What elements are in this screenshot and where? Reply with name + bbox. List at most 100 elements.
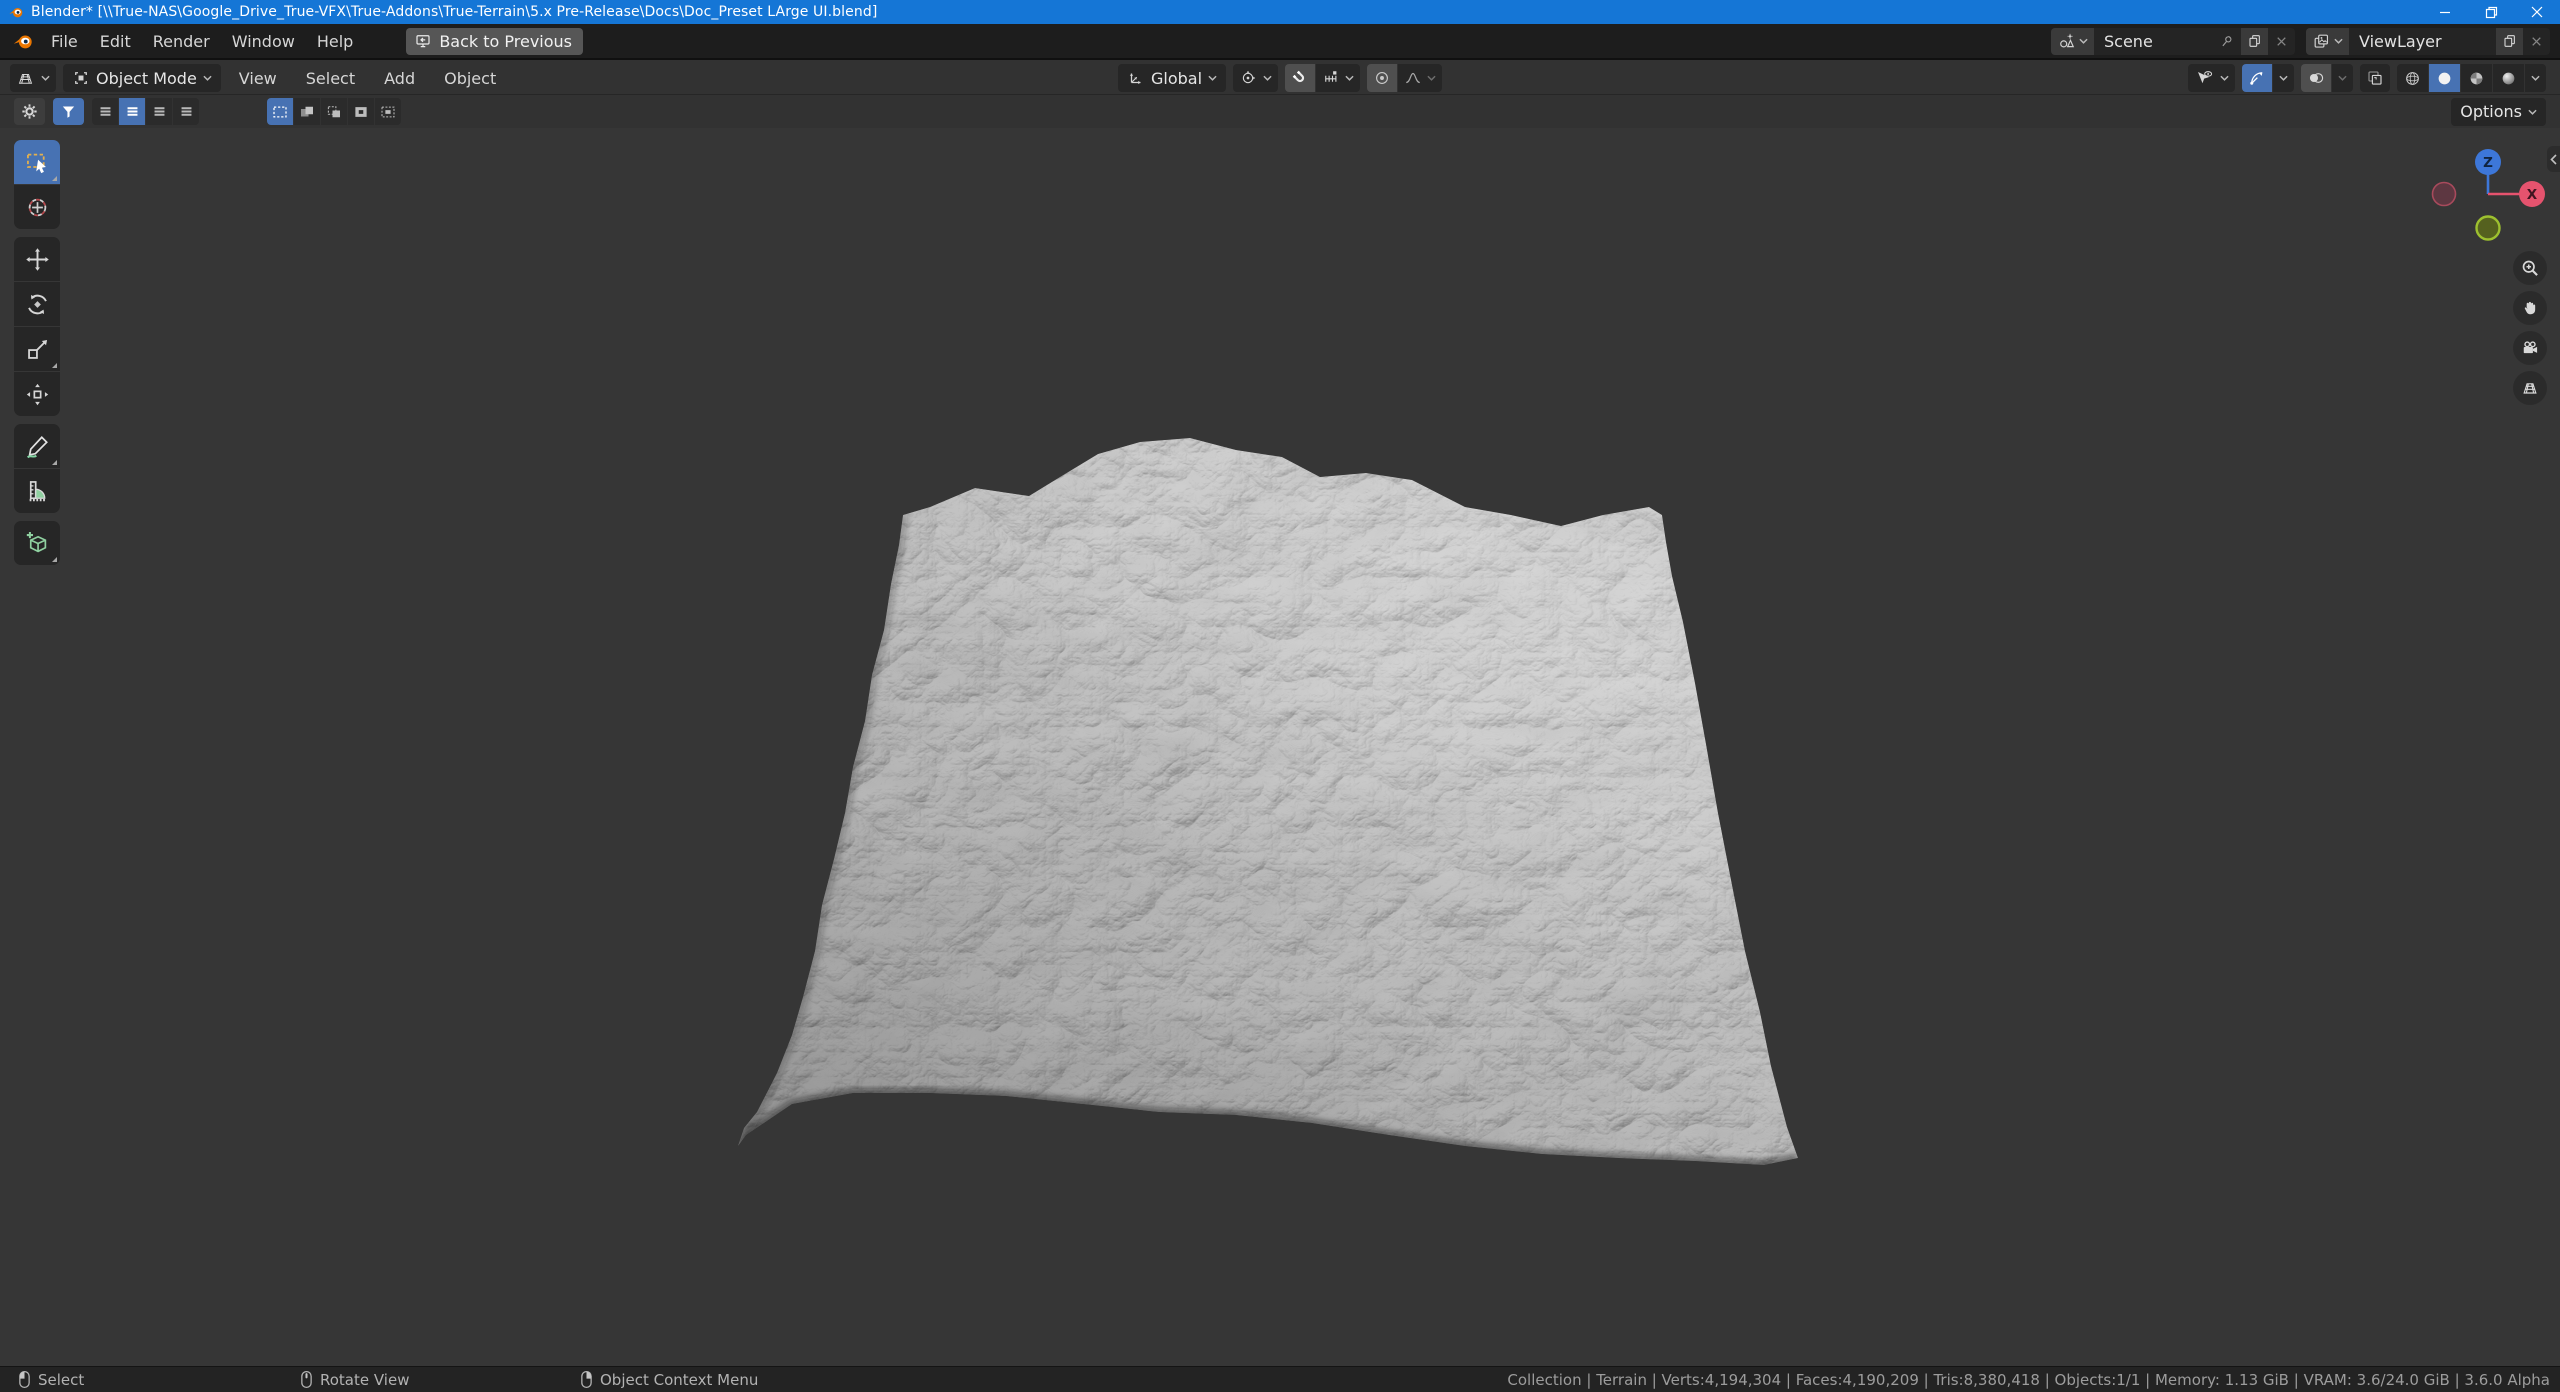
tool-measure[interactable] — [14, 469, 60, 513]
close-button[interactable] — [2514, 0, 2560, 24]
proportional-falloff-selector[interactable] — [1398, 64, 1443, 92]
magnet-icon — [1292, 70, 1305, 83]
camera-icon — [2523, 341, 2538, 354]
tool-move[interactable] — [14, 237, 60, 281]
hint-select: Select — [18, 1370, 84, 1389]
navigation-gizmo[interactable]: Z X — [2422, 130, 2554, 246]
proportional-editing-toggle[interactable] — [1367, 64, 1398, 92]
menu-select[interactable]: Select — [295, 64, 366, 92]
object-type-visibility-button[interactable] — [2188, 64, 2235, 92]
shading-rendered-button[interactable] — [2493, 64, 2524, 92]
unlink-scene-button[interactable] — [2268, 28, 2295, 55]
funnel-icon — [62, 106, 75, 118]
gizmo-axis-y[interactable] — [2475, 215, 2501, 241]
tool-select-box[interactable] — [14, 140, 60, 184]
select-mode-extend-button[interactable] — [294, 98, 320, 125]
select-extend-icon — [301, 106, 313, 116]
filter-button[interactable] — [53, 98, 84, 125]
bars-option-3-button[interactable] — [146, 98, 172, 125]
scale-icon — [27, 339, 47, 359]
snap-target-selector[interactable] — [1316, 64, 1361, 92]
select-subtract-icon — [327, 105, 340, 117]
blender-menu-logo-icon[interactable] — [12, 30, 34, 52]
box-select-icon — [26, 153, 46, 173]
object-mode-icon — [75, 72, 87, 84]
view-layer-name[interactable]: ViewLayer — [2349, 28, 2496, 55]
bars-option-2-button[interactable] — [119, 98, 145, 125]
gizmo-axis-neg-x[interactable] — [2431, 181, 2457, 207]
zoom-view-button[interactable] — [2513, 251, 2547, 285]
rotate-icon — [27, 294, 47, 314]
menu-help[interactable]: Help — [306, 27, 364, 55]
bars-option-4-button[interactable] — [173, 98, 199, 125]
snap-toggle[interactable] — [1285, 64, 1316, 92]
annotate-pen-icon — [26, 435, 48, 458]
terrain-mesh[interactable] — [0, 128, 2560, 1366]
menu-object[interactable]: Object — [433, 64, 507, 92]
chevron-down-icon — [2334, 38, 2343, 44]
tool-shelf — [14, 140, 60, 565]
pan-view-button[interactable] — [2513, 291, 2547, 325]
select-mode-set-button[interactable] — [267, 98, 293, 125]
tool-options-button[interactable]: Options — [2451, 97, 2546, 126]
editor-type-button[interactable] — [10, 64, 56, 92]
select-mode-subtract-button[interactable] — [321, 98, 347, 125]
gizmo-x-label: X — [2527, 187, 2538, 203]
bars-option-1-button[interactable] — [92, 98, 118, 125]
new-view-layer-button[interactable] — [2496, 27, 2523, 55]
select-mode-intersect-button[interactable] — [375, 98, 401, 125]
bars-icon — [100, 107, 110, 116]
show-gizmo-toggle[interactable] — [2242, 64, 2272, 92]
transform-orientation-selector[interactable]: Global — [1118, 64, 1227, 92]
tool-transform[interactable] — [14, 372, 60, 416]
tool-settings-gear-button[interactable] — [14, 98, 45, 125]
shading-options-button[interactable] — [2525, 64, 2546, 92]
menu-window[interactable]: Window — [221, 27, 306, 55]
shading-solid-button[interactable] — [2429, 64, 2460, 92]
back-to-previous-button[interactable]: Back to Previous — [406, 27, 584, 55]
gizmo-options-button[interactable] — [2273, 64, 2294, 92]
view-layer-icon — [2314, 34, 2329, 48]
tool-annotate[interactable] — [14, 424, 60, 468]
chevron-down-icon — [203, 75, 212, 81]
menu-render[interactable]: Render — [142, 27, 221, 55]
chevron-left-icon — [2550, 153, 2557, 165]
scene-browse-button[interactable] — [2051, 27, 2094, 55]
remove-view-layer-button[interactable] — [2523, 28, 2550, 55]
minimize-button[interactable] — [2422, 0, 2468, 24]
tool-settings-bar: Options — [0, 94, 2560, 128]
tool-rotate[interactable] — [14, 282, 60, 326]
display-mode-group — [92, 98, 199, 125]
gizmo-z-label: Z — [2483, 155, 2493, 171]
camera-view-button[interactable] — [2513, 331, 2547, 365]
menu-file[interactable]: File — [40, 27, 89, 55]
menu-add[interactable]: Add — [373, 64, 426, 92]
tool-add-cube[interactable] — [14, 521, 60, 565]
overlays-options-button[interactable] — [2332, 64, 2353, 92]
mode-selector[interactable]: Object Mode — [63, 64, 221, 92]
show-overlays-toggle[interactable] — [2301, 64, 2331, 92]
chevron-down-icon — [2220, 75, 2229, 81]
tool-scale[interactable] — [14, 327, 60, 371]
select-mode-invert-button[interactable] — [348, 98, 374, 125]
scene-name[interactable]: Scene — [2094, 28, 2218, 55]
xray-toggle[interactable] — [2360, 64, 2390, 92]
view-layer-browse-button[interactable] — [2306, 27, 2349, 55]
select-invert-icon — [355, 106, 367, 117]
pin-scene-button[interactable] — [2218, 28, 2241, 55]
shading-wireframe-button[interactable] — [2397, 64, 2428, 92]
viewport-3d[interactable]: Z X — [0, 128, 2560, 1366]
topbar: File Edit Render Window Help Back to Pre… — [0, 24, 2560, 58]
window-title: Blender* [\\True-NAS\Google_Drive_True-V… — [31, 4, 878, 20]
restore-button[interactable] — [2468, 0, 2514, 24]
new-scene-button[interactable] — [2241, 27, 2268, 55]
sidebar-toggle[interactable] — [2547, 146, 2560, 172]
perspective-ortho-button[interactable] — [2513, 371, 2547, 405]
shading-material-button[interactable] — [2461, 64, 2492, 92]
tool-cursor[interactable] — [14, 185, 60, 229]
chevron-down-icon — [1345, 75, 1354, 81]
pivot-point-selector[interactable] — [1233, 64, 1279, 92]
menu-view[interactable]: View — [228, 64, 288, 92]
menu-edit[interactable]: Edit — [89, 27, 142, 55]
chevron-down-icon — [1427, 75, 1436, 81]
